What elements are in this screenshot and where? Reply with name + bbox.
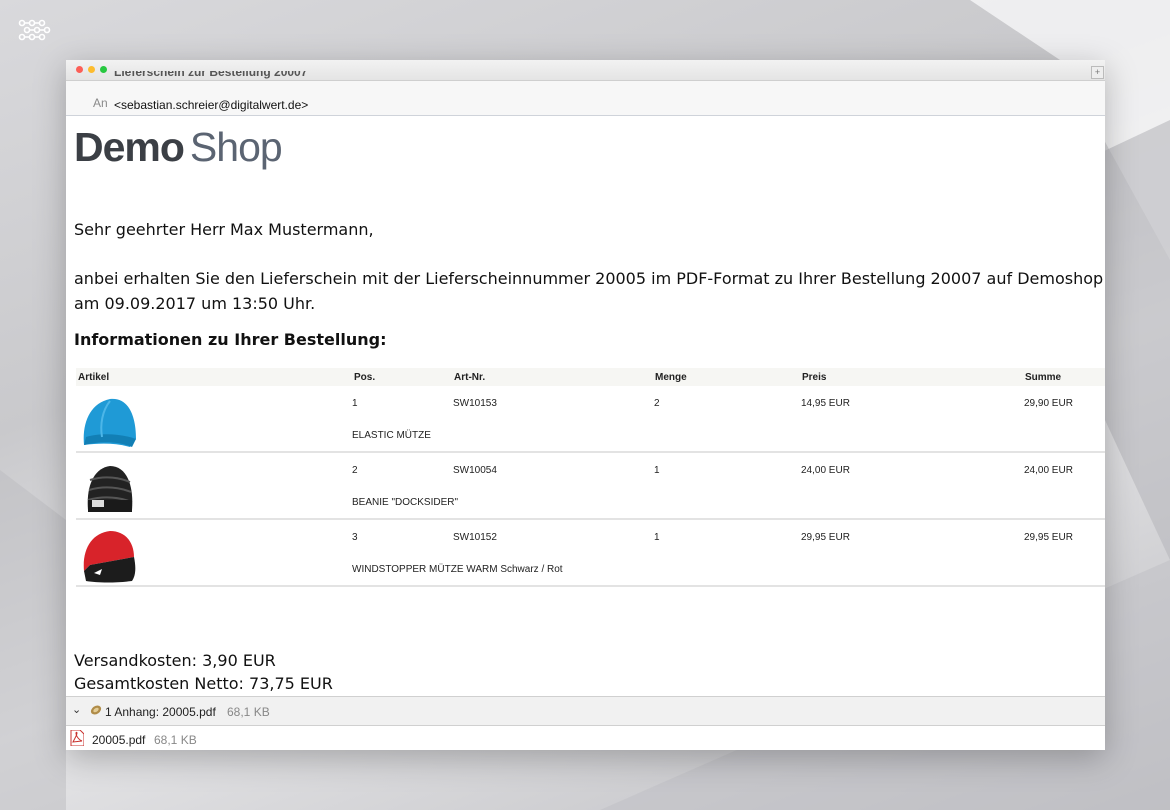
attachment-file[interactable]: 20005.pdf 68,1 KB (66, 725, 1105, 750)
header-summe: Summe (1025, 372, 1062, 383)
table-row: 2 SW10054 1 24,00 EUR 24,00 EUR BEANIE "… (76, 453, 1105, 520)
artnr-cell: SW10054 (453, 465, 497, 476)
brand-part-1: Demo (74, 124, 185, 170)
email-window: Lieferschein zur Bestellung 20007 + An <… (66, 60, 1105, 750)
email-body: Demo Shop Sehr geehrter Herr Max Musterma… (66, 116, 1105, 696)
product-image-cell (76, 455, 348, 516)
chevron-down-icon[interactable]: ⌄ (72, 703, 81, 716)
minimize-button[interactable] (88, 66, 95, 73)
header-preis: Preis (802, 372, 827, 383)
menge-cell: 1 (654, 465, 660, 476)
pdf-file-icon (70, 730, 84, 746)
pos-cell: 1 (352, 398, 358, 409)
product-name[interactable]: BEANIE "DOCKSIDER" (352, 497, 458, 508)
order-info-title: Informationen zu Ihrer Bestellung: (74, 330, 387, 349)
table-row: 3 SW10152 1 29,95 EUR 29,95 EUR WINDSTOP… (76, 520, 1105, 587)
attachment-file-size: 68,1 KB (154, 733, 197, 747)
email-subject: Lieferschein zur Bestellung 20007 (114, 71, 308, 79)
attachment-bar[interactable]: ⌄ 1 Anhang: 20005.pdf 68,1 KB (66, 696, 1105, 726)
black-beanie-icon[interactable] (80, 460, 138, 518)
product-image-cell (76, 522, 348, 583)
email-header: An <sebastian.schreier@digitalwert.de> (66, 81, 1105, 116)
preis-cell: 24,00 EUR (801, 465, 850, 476)
attachment-summary: 1 Anhang: 20005.pdf (105, 705, 216, 719)
header-artnr: Art-Nr. (454, 372, 486, 383)
preis-cell: 29,95 EUR (801, 532, 850, 543)
total-net: Gesamtkosten Netto: 73,75 EUR (74, 674, 333, 693)
preis-cell: 14,95 EUR (801, 398, 850, 409)
red-black-beanie-icon[interactable] (80, 527, 138, 585)
header-menge: Menge (655, 372, 687, 383)
paperclip-icon (90, 705, 102, 715)
app-logo-icon (18, 19, 51, 41)
menge-cell: 1 (654, 532, 660, 543)
titlebar: Lieferschein zur Bestellung 20007 + (66, 60, 1105, 81)
pos-cell: 2 (352, 465, 358, 476)
summe-cell: 24,00 EUR (1024, 465, 1073, 476)
intro-paragraph: anbei erhalten Sie den Lieferschein mit … (74, 269, 1104, 313)
header-pos: Pos. (354, 372, 376, 383)
brand-part-2: Shop (189, 124, 283, 170)
window-controls (76, 66, 107, 73)
to-label: An (93, 96, 108, 110)
product-name[interactable]: WINDSTOPPER MÜTZE WARM Schwarz / Rot (352, 564, 563, 575)
zoom-button[interactable] (100, 66, 107, 73)
table-header: Artikel Pos. Art-Nr. Menge Preis Summe (76, 368, 1105, 386)
artnr-cell: SW10152 (453, 532, 497, 543)
order-table: Artikel Pos. Art-Nr. Menge Preis Summe 1… (76, 368, 1105, 587)
summe-cell: 29,90 EUR (1024, 398, 1073, 409)
product-image-cell (76, 388, 348, 449)
pos-cell: 3 (352, 532, 358, 543)
table-row: 1 SW10153 2 14,95 EUR 29,90 EUR ELASTIC … (76, 386, 1105, 453)
shipping-cost: Versandkosten: 3,90 EUR (74, 651, 276, 670)
brand-logo: Demo Shop (74, 124, 283, 171)
blue-beanie-icon[interactable] (80, 393, 138, 451)
attachment-summary-size: 68,1 KB (227, 705, 270, 719)
attachment-file-name[interactable]: 20005.pdf (92, 733, 145, 747)
product-name[interactable]: ELASTIC MÜTZE (352, 430, 431, 441)
menge-cell: 2 (654, 398, 660, 409)
greeting: Sehr geehrter Herr Max Mustermann, (74, 220, 374, 239)
artnr-cell: SW10153 (453, 398, 497, 409)
summe-cell: 29,95 EUR (1024, 532, 1073, 543)
close-button[interactable] (76, 66, 83, 73)
expand-icon[interactable]: + (1091, 66, 1104, 79)
header-artikel: Artikel (78, 372, 110, 383)
recipient-address[interactable]: <sebastian.schreier@digitalwert.de> (114, 98, 308, 112)
